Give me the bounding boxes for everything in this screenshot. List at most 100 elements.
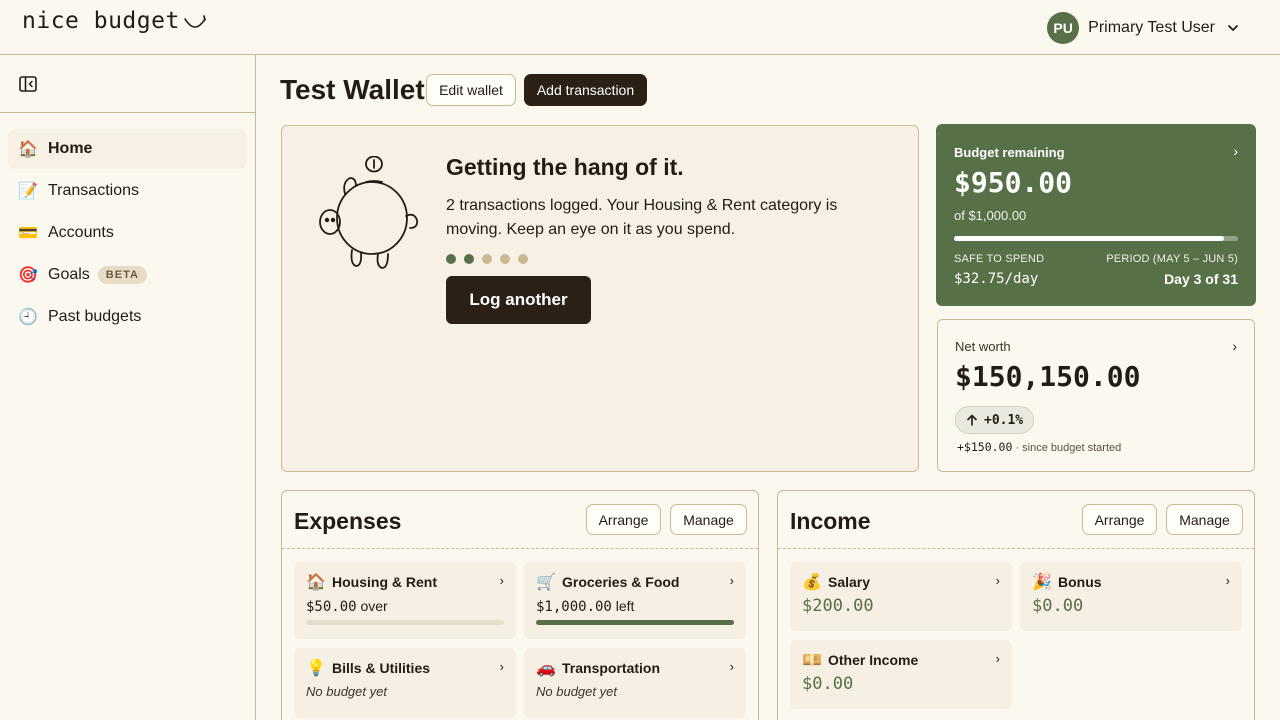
edit-wallet-button[interactable]: Edit wallet: [426, 74, 516, 106]
budget-progress-fill: [954, 236, 1224, 241]
house-icon: 🏠: [306, 574, 326, 591]
period-label: PERIOD (MAY 5 – JUN 5): [1106, 253, 1238, 265]
lightbulb-icon: 💡: [306, 660, 326, 677]
category-name: Other Income: [828, 652, 919, 668]
category-bills-utilities[interactable]: 💡 Bills & Utilities › No budget yet: [294, 648, 516, 718]
category-name: Bills & Utilities: [332, 660, 431, 676]
sidebar-nav: 🏠 Home 📝 Transactions 💳 Accounts 🎯 Goals…: [0, 113, 255, 355]
net-worth-card[interactable]: Net worth › $150,150.00 +0.1% +$150.00 ·…: [937, 319, 1255, 472]
chevron-right-icon: ›: [1232, 338, 1237, 354]
change-percent: +0.1%: [984, 412, 1024, 428]
change-amount: +$150.00: [957, 440, 1013, 454]
party-popper-icon: 🎉: [1032, 574, 1052, 591]
chevron-right-icon: ›: [499, 659, 504, 674]
chevron-right-icon: ›: [729, 659, 734, 674]
category-name: Transportation: [562, 660, 661, 676]
chevron-down-icon: [1228, 25, 1238, 31]
sidebar-item-past-budgets[interactable]: 🕘 Past budgets: [8, 297, 247, 337]
sidebar-item-accounts[interactable]: 💳 Accounts: [8, 213, 247, 253]
category-groceries-food[interactable]: 🛒 Groceries & Food › $1,000.00 left: [524, 562, 746, 639]
piggy-bank-icon: [319, 156, 419, 269]
category-other-income[interactable]: 💴 Other Income › $0.00: [790, 640, 1012, 709]
category-amount: $200.00: [802, 596, 874, 616]
chevron-right-icon: ›: [995, 573, 1000, 588]
log-another-button[interactable]: Log another: [446, 276, 591, 324]
sidebar-item-transactions[interactable]: 📝 Transactions: [8, 171, 247, 211]
budget-remaining-card[interactable]: Budget remaining › $950.00 of $1,000.00 …: [936, 124, 1256, 306]
chevron-right-icon: ›: [995, 651, 1000, 666]
category-amount: $1,000.00 left: [536, 598, 634, 615]
sidebar-item-label: Home: [48, 140, 93, 157]
category-housing-rent[interactable]: 🏠 Housing & Rent › $50.00 over: [294, 562, 516, 639]
progress-dots: [446, 254, 528, 264]
cart-icon: 🛒: [536, 574, 556, 591]
hero-message: 2 transactions logged. Your Housing & Re…: [446, 197, 838, 238]
page-title: Test Wallet: [280, 74, 425, 105]
progress-dot: [446, 254, 456, 264]
app-logo[interactable]: nice budget: [22, 8, 208, 34]
progress-dot: [500, 254, 510, 264]
memo-icon: 📝: [18, 183, 38, 200]
amount-suffix: left: [611, 598, 635, 614]
sidebar-toggle-icon[interactable]: [18, 74, 38, 94]
sidebar-item-goals[interactable]: 🎯 Goals BETA: [8, 255, 247, 295]
progress-dot: [518, 254, 528, 264]
since-label: · since budget started: [1012, 442, 1122, 454]
add-transaction-button[interactable]: Add transaction: [524, 74, 647, 106]
amount-value: $1,000.00: [536, 599, 612, 615]
sidebar-item-label: Accounts: [48, 224, 114, 241]
amount-value: $50.00: [306, 599, 357, 615]
category-name: Bonus: [1058, 574, 1102, 590]
hero-title: Getting the hang of it.: [446, 154, 684, 180]
expenses-manage-button[interactable]: Manage: [670, 504, 747, 535]
chevron-right-icon: ›: [499, 573, 504, 588]
chevron-right-icon: ›: [729, 573, 734, 588]
sidebar-item-label: Goals: [48, 266, 90, 283]
sidebar-header: [0, 55, 255, 113]
user-menu[interactable]: PU Primary Test User: [1047, 12, 1240, 44]
banknote-icon: 💴: [802, 652, 822, 669]
budget-total: of $1,000.00: [954, 208, 1027, 223]
budget-amount: $950.00: [954, 166, 1073, 199]
change-since: +$150.00 · since budget started: [957, 440, 1121, 454]
car-icon: 🚗: [536, 660, 556, 677]
category-amount: $0.00: [1032, 596, 1084, 616]
amount-suffix: over: [356, 598, 388, 614]
day-counter: Day 3 of 31: [1164, 271, 1238, 287]
daily-rate: $32.75/day: [954, 271, 1039, 287]
net-worth-amount: $150,150.00: [955, 360, 1141, 393]
category-progress-bar: [536, 620, 734, 625]
no-budget-text: No budget yet: [536, 684, 617, 699]
chevron-right-icon: ›: [1233, 143, 1238, 159]
budget-progress-bar: [954, 236, 1238, 241]
clock-icon: 🕘: [18, 309, 38, 326]
category-amount: $50.00 over: [306, 598, 388, 615]
arrow-up-icon: [967, 414, 977, 426]
sidebar-item-home[interactable]: 🏠 Home: [8, 129, 247, 169]
safe-to-spend-label: SAFE TO SPEND: [954, 253, 1045, 265]
category-bonus[interactable]: 🎉 Bonus › $0.00: [1020, 562, 1242, 631]
top-bar: nice budget PU Primary Test User: [0, 0, 1280, 55]
category-name: Housing & Rent: [332, 574, 437, 590]
expenses-panel: Expenses Arrange Manage 🏠 Housing & Rent …: [281, 490, 759, 720]
onboarding-card: Getting the hang of it. 2 transactions l…: [281, 125, 919, 472]
category-transportation[interactable]: 🚗 Transportation › No budget yet: [524, 648, 746, 718]
category-progress-bar: [306, 620, 504, 625]
logo-text: nice budget: [22, 8, 180, 34]
income-manage-button[interactable]: Manage: [1166, 504, 1243, 535]
category-name: Groceries & Food: [562, 574, 680, 590]
income-arrange-button[interactable]: Arrange: [1082, 504, 1157, 535]
budget-label: Budget remaining: [954, 145, 1065, 160]
sidebar-item-label: Past budgets: [48, 308, 142, 325]
house-icon: 🏠: [18, 141, 38, 158]
smile-icon: [184, 15, 206, 28]
progress-dot: [482, 254, 492, 264]
beta-badge: BETA: [97, 266, 147, 284]
expenses-arrange-button[interactable]: Arrange: [586, 504, 661, 535]
avatar: PU: [1047, 12, 1080, 44]
category-salary[interactable]: 💰 Salary › $200.00: [790, 562, 1012, 631]
divider: [282, 548, 758, 549]
category-progress-fill: [536, 620, 734, 625]
income-panel: Income Arrange Manage 💰 Salary › $200.00 …: [777, 490, 1255, 720]
user-name: Primary Test User: [1088, 19, 1215, 36]
